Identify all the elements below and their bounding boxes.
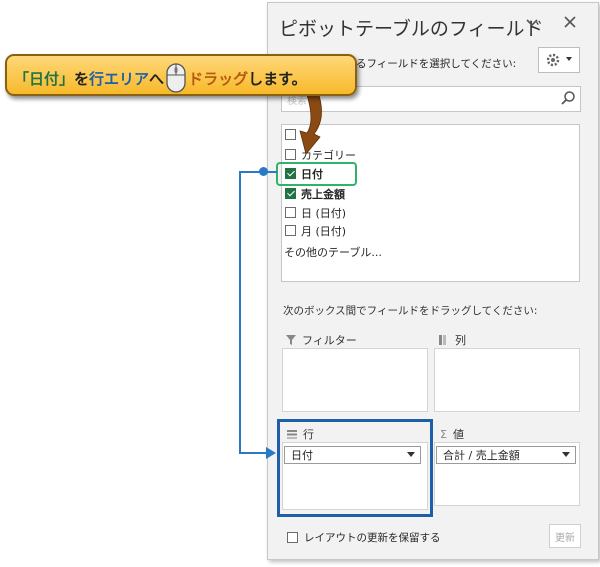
callout-particle: へ	[149, 69, 165, 88]
field-item-month[interactable]: 月 (日付)	[285, 222, 346, 239]
field-checkbox[interactable]	[285, 207, 296, 218]
callout-drag-text: ドラッグ	[188, 69, 249, 88]
magnifier-icon[interactable]	[560, 90, 576, 106]
pane-title: ピボットテーブルのフィールド	[279, 18, 544, 40]
defer-update-checkbox[interactable]	[287, 532, 298, 543]
date-field-highlight	[276, 162, 357, 186]
callout-end-text: します。	[248, 69, 307, 88]
connector-arrowhead	[266, 447, 276, 459]
rows-area-highlight	[277, 419, 433, 517]
callout-date-text: 「日付」	[14, 69, 75, 88]
choose-fields-label: るフィールドを選択してください:	[356, 58, 517, 70]
filters-area-header: フィルター	[286, 332, 357, 348]
columns-icon	[439, 335, 446, 345]
defer-update-row[interactable]: レイアウトの更新を保留する	[287, 530, 441, 545]
more-tables-link[interactable]: その他のテーブル...	[284, 244, 382, 260]
connector-bottom	[239, 452, 269, 454]
filters-drop-zone[interactable]	[282, 348, 428, 412]
curved-arrow	[299, 91, 322, 155]
sigma-icon: Σ	[440, 427, 447, 441]
columns-area-header: 列	[439, 332, 466, 348]
callout-text: 「日付」 を 行エリア へ ドラッグ します。	[14, 63, 307, 93]
connector-vertical	[239, 171, 241, 454]
filter-icon	[286, 335, 296, 345]
field-checkbox[interactable]	[285, 188, 296, 199]
connector-left-top	[239, 171, 264, 173]
dropdown-arrow-icon	[562, 452, 570, 457]
drag-instruction: 次のボックス間でフィールドをドラッグしてください:	[283, 305, 538, 317]
update-button[interactable]: 更新	[549, 524, 581, 548]
values-field-dropdown[interactable]: 合計 / 売上金額	[436, 446, 576, 464]
gear-dropdown-arrow	[566, 57, 572, 61]
chevron-down-icon[interactable]	[524, 14, 540, 34]
values-area-header: Σ 値	[440, 427, 464, 442]
close-icon[interactable]	[562, 14, 578, 34]
callout-particle: を	[74, 69, 90, 88]
mouse-icon	[166, 63, 186, 93]
field-item-sales[interactable]: 売上金額	[285, 185, 345, 202]
callout-row-area-text: 行エリア	[89, 69, 150, 88]
gear-icon	[546, 53, 560, 67]
field-item-day[interactable]: 日 (日付)	[285, 204, 346, 221]
tools-button[interactable]	[538, 47, 580, 73]
columns-drop-zone[interactable]	[434, 348, 580, 412]
field-checkbox[interactable]	[285, 225, 296, 236]
